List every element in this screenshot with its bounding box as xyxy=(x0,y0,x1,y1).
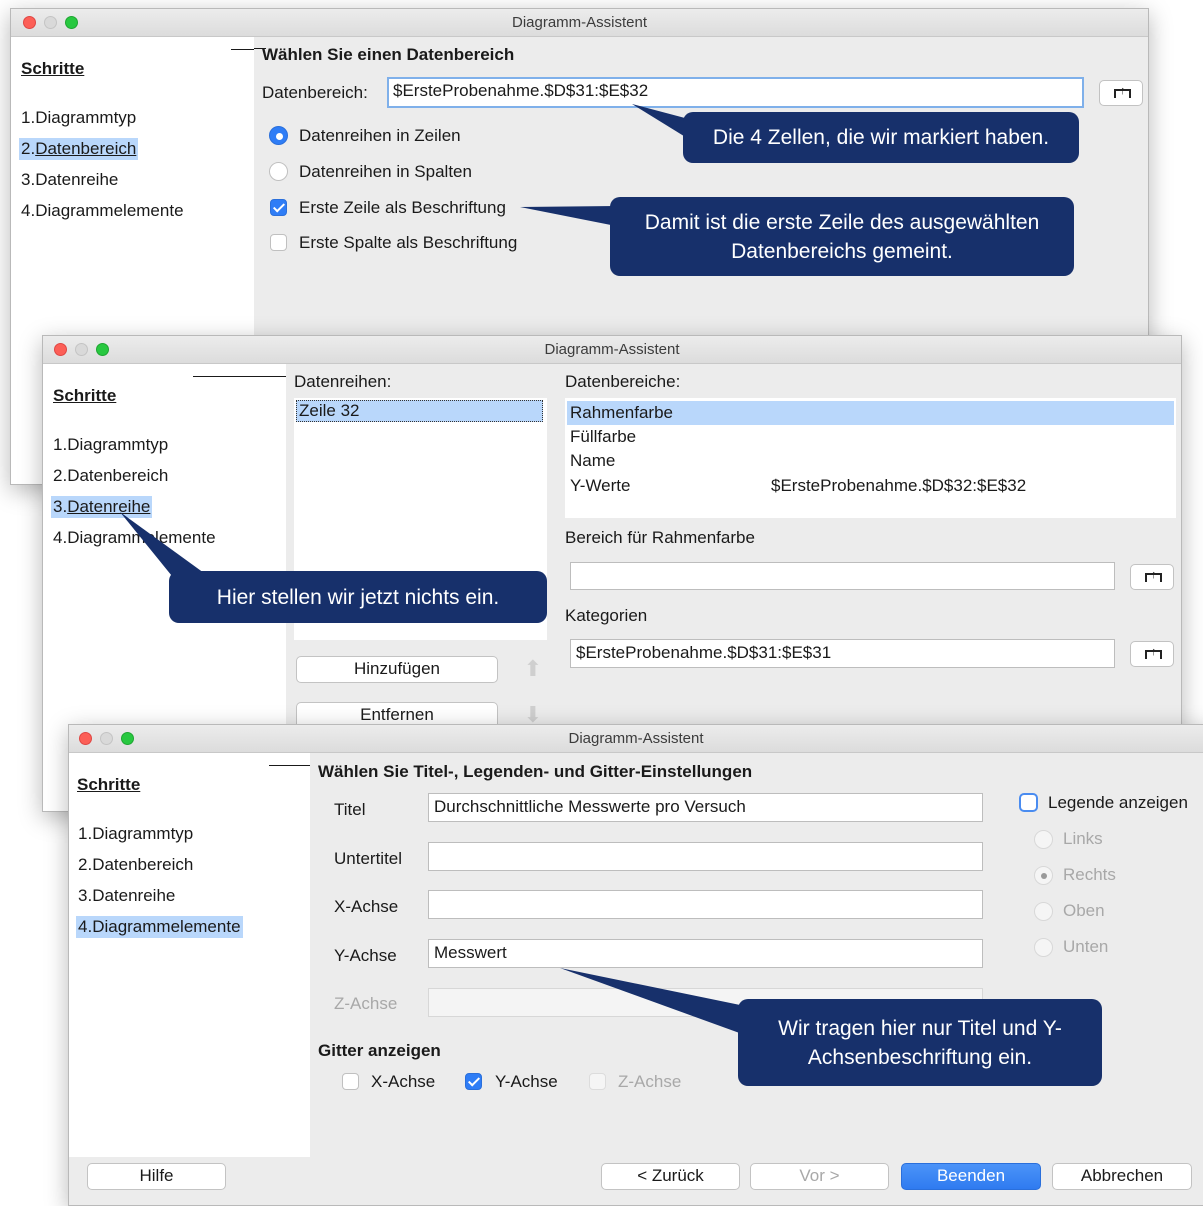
ranges-table[interactable]: Rahmenfarbe Füllfarbe Name Y-Werte $Erst… xyxy=(565,398,1176,518)
step-diagrammelemente[interactable]: 4.Diagrammelemente xyxy=(19,200,186,222)
checkbox-grid-y[interactable] xyxy=(465,1073,482,1090)
callout-series-nothing: Hier stellen wir jetzt nichts ein. xyxy=(169,571,547,623)
window-title: Diagramm-Assistent xyxy=(568,730,704,747)
legend-left-label: Links xyxy=(1063,829,1103,848)
grid-heading: Gitter anzeigen xyxy=(318,1041,441,1060)
steps-heading: Schritte xyxy=(53,386,117,405)
subtitle-input[interactable] xyxy=(428,842,983,871)
step-diagrammtyp[interactable]: 1.Diagrammtyp xyxy=(19,107,138,129)
step-diagrammtyp[interactable]: 1.Diagrammtyp xyxy=(76,823,195,845)
steps-heading: Schritte xyxy=(21,59,85,78)
list-item-series[interactable]: Zeile 32 xyxy=(296,400,543,422)
steps-sidebar: Schritte 1.Diagrammtyp 2.Datenbereich 3.… xyxy=(69,753,310,1157)
range-name[interactable]: Y-Werte xyxy=(570,476,630,496)
grid-y-label[interactable]: Y-Achse xyxy=(495,1072,558,1092)
subtitle-label: Untertitel xyxy=(334,849,403,868)
step-datenreihe[interactable]: 3.Datenreihe xyxy=(51,496,153,518)
title-bar[interactable]: Diagramm-Assistent xyxy=(69,725,1203,753)
checkbox-grid-x[interactable] xyxy=(342,1073,359,1090)
checkbox-first-row-label[interactable]: Erste Zeile als Beschriftung xyxy=(299,198,506,218)
radio-legend-bottom xyxy=(1034,938,1053,957)
step-datenreihe[interactable]: 3.Datenreihe xyxy=(76,885,177,907)
ranges-label: Datenbereiche: xyxy=(565,372,681,391)
step-datenbereich[interactable]: 2.Datenbereich xyxy=(51,465,170,487)
range-for-label: Bereich für Rahmenfarbe xyxy=(565,528,755,547)
grid-x-label[interactable]: X-Achse xyxy=(371,1072,435,1092)
finish-button[interactable]: Beenden xyxy=(901,1163,1041,1190)
y-axis-label: Y-Achse xyxy=(334,946,397,965)
range-for-input[interactable] xyxy=(570,562,1115,590)
x-axis-label: X-Achse xyxy=(334,897,399,916)
shrink-range-button[interactable] xyxy=(1130,564,1174,590)
legend-top-label: Oben xyxy=(1063,901,1105,920)
title-label: Titel xyxy=(334,800,366,819)
shrink-range-button[interactable] xyxy=(1130,641,1174,667)
callout-first-row: Damit ist die erste Zeile des ausgewählt… xyxy=(610,197,1074,276)
range-value[interactable]: $ErsteProbenahme.$D$32:$E$32 xyxy=(771,476,1026,496)
legend-bottom-label: Unten xyxy=(1063,937,1109,956)
window-title: Diagramm-Assistent xyxy=(511,14,648,31)
range-name[interactable]: Füllfarbe xyxy=(570,427,636,447)
categories-input[interactable]: $ErsteProbenahme.$D$31:$E$31 xyxy=(570,639,1115,668)
window-title: Diagramm-Assistent xyxy=(544,341,680,358)
shrink-range-button[interactable] xyxy=(1099,80,1143,106)
checkbox-show-legend[interactable] xyxy=(1019,793,1038,812)
data-range-label: Datenbereich: xyxy=(262,83,368,102)
legend-right-label: Rechts xyxy=(1063,865,1116,884)
x-axis-input[interactable] xyxy=(428,890,983,919)
radio-legend-left xyxy=(1034,830,1053,849)
checkbox-grid-z xyxy=(589,1073,606,1090)
show-legend-label[interactable]: Legende anzeigen xyxy=(1048,793,1188,813)
step-diagrammelemente[interactable]: 4.Diagrammelemente xyxy=(76,916,243,938)
section-title: Wählen Sie Titel-, Legenden- und Gitter-… xyxy=(318,762,753,781)
step-datenbereich[interactable]: 2.Datenbereich xyxy=(76,854,195,876)
move-up-icon[interactable]: ⬆ xyxy=(520,656,546,682)
steps-heading: Schritte xyxy=(77,775,141,794)
back-button[interactable]: < Zurück xyxy=(601,1163,740,1190)
radio-rows-label[interactable]: Datenreihen in Zeilen xyxy=(299,126,461,146)
title-bar[interactable]: Diagramm-Assistent xyxy=(11,9,1148,37)
grid-z-label: Z-Achse xyxy=(618,1072,682,1091)
cancel-button[interactable]: Abbrechen xyxy=(1052,1163,1192,1190)
series-label: Datenreihen: xyxy=(294,372,392,391)
radio-columns[interactable] xyxy=(269,162,288,181)
categories-label: Kategorien xyxy=(565,606,648,625)
step-diagrammelemente[interactable]: 4.Diagrammelemente xyxy=(51,527,218,549)
callout-marked-cells: Die 4 Zellen, die wir markiert haben. xyxy=(683,112,1079,163)
next-button: Vor > xyxy=(750,1163,889,1190)
title-bar[interactable]: Diagramm-Assistent xyxy=(43,336,1181,364)
radio-legend-top xyxy=(1034,902,1053,921)
title-input[interactable]: Durchschnittliche Messwerte pro Versuch xyxy=(428,793,983,822)
radio-columns-label[interactable]: Datenreihen in Spalten xyxy=(299,162,472,182)
range-name[interactable]: Name xyxy=(570,451,615,471)
sidebar-divider xyxy=(269,765,310,766)
z-axis-label: Z-Achse xyxy=(334,994,398,1013)
checkbox-first-column-label[interactable]: Erste Spalte als Beschriftung xyxy=(299,233,517,253)
step-datenbereich[interactable]: 2.Datenbereich xyxy=(19,138,139,160)
help-button[interactable]: Hilfe xyxy=(87,1163,226,1190)
wizard-window-chart-elements: Diagramm-Assistent Schritte 1.Diagrammty… xyxy=(68,724,1203,1206)
range-name[interactable]: Rahmenfarbe xyxy=(570,403,673,423)
callout-title-y-axis: Wir tragen hier nur Titel und Y-Achsenbe… xyxy=(738,999,1102,1086)
add-series-button[interactable]: Hinzufügen xyxy=(296,656,498,683)
y-axis-input[interactable]: Messwert xyxy=(428,939,983,968)
section-title: Wählen Sie einen Datenbereich xyxy=(262,45,515,64)
sidebar-divider xyxy=(193,376,286,377)
radio-legend-right xyxy=(1034,866,1053,885)
checkbox-first-column[interactable] xyxy=(270,234,287,251)
data-range-input[interactable]: $ErsteProbenahme.$D$31:$E$32 xyxy=(387,77,1084,108)
radio-rows[interactable] xyxy=(269,126,288,145)
sidebar-divider xyxy=(231,49,254,50)
step-datenreihe[interactable]: 3.Datenreihe xyxy=(19,169,120,191)
step-diagrammtyp[interactable]: 1.Diagrammtyp xyxy=(51,434,170,456)
checkbox-first-row[interactable] xyxy=(270,199,287,216)
